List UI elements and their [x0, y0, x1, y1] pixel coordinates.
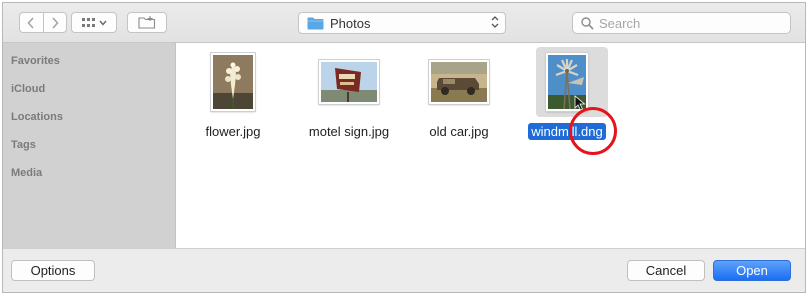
search-input[interactable]: [599, 15, 779, 31]
file-browser: flower.jpg motel sign.jpg old car.jpg wi…: [176, 43, 805, 248]
cancel-button[interactable]: Cancel: [627, 260, 705, 281]
chevron-left-icon: [27, 16, 34, 29]
chevron-down-icon: [98, 20, 107, 26]
location-label: Photos: [330, 15, 371, 31]
search-field[interactable]: [572, 12, 791, 34]
sidebar-section-tags[interactable]: Tags: [11, 139, 36, 151]
toolbar: Photos: [3, 3, 805, 43]
file-thumbnail: [211, 53, 255, 111]
options-button[interactable]: Options: [11, 260, 95, 281]
new-folder-button[interactable]: [127, 12, 167, 33]
file-thumbnail: [429, 60, 489, 104]
file-name: flower.jpg: [205, 124, 261, 139]
new-folder-icon: [138, 16, 156, 29]
location-popup[interactable]: Photos: [298, 12, 506, 34]
open-button[interactable]: Open: [713, 260, 791, 281]
file-item-old-car[interactable]: old car.jpg: [404, 43, 514, 153]
dialog-footer: Options Cancel Open: [3, 248, 805, 292]
file-name: old car.jpg: [429, 124, 489, 139]
search-icon: [581, 16, 594, 30]
open-file-dialog: Photos Favorites iCloud Locations Tags M…: [2, 2, 806, 293]
file-item-flower[interactable]: flower.jpg: [178, 43, 288, 153]
chevron-right-icon: [52, 16, 59, 29]
sidebar-section-locations[interactable]: Locations: [11, 111, 63, 123]
annotation-highlight-circle: [569, 107, 617, 155]
history-nav-group: [19, 12, 67, 33]
sidebar: Favorites iCloud Locations Tags Media: [3, 43, 176, 248]
sidebar-section-favorites[interactable]: Favorites: [11, 55, 60, 67]
file-name: motel sign.jpg: [308, 124, 390, 139]
up-down-arrows-icon: [491, 16, 499, 28]
file-item-motel-sign[interactable]: motel sign.jpg: [294, 43, 404, 153]
file-thumbnail: [319, 60, 379, 104]
back-button[interactable]: [20, 13, 43, 32]
sidebar-section-icloud[interactable]: iCloud: [11, 83, 45, 95]
view-options-button[interactable]: [71, 12, 117, 33]
icon-grid-icon: [81, 17, 95, 27]
sidebar-section-media[interactable]: Media: [11, 167, 42, 179]
forward-button[interactable]: [42, 13, 67, 32]
folder-icon: [307, 17, 324, 29]
